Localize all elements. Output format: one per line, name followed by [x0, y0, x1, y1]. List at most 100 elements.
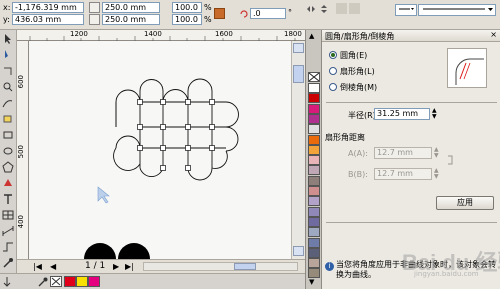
document-color-swatch[interactable] — [88, 276, 100, 287]
fillet-radio[interactable] — [329, 51, 337, 59]
drawing-canvas[interactable] — [29, 41, 291, 259]
ellipse-tool-icon[interactable] — [2, 145, 15, 157]
scale-y-unit: % — [204, 15, 212, 24]
ruler-tick-label: 500 — [17, 145, 25, 159]
page-counter: 1 / 1 — [85, 261, 106, 271]
freehand-tool-icon[interactable] — [2, 97, 15, 109]
palette-swatch[interactable] — [308, 206, 320, 217]
corner-options-icon[interactable] — [349, 3, 360, 14]
first-page-icon[interactable]: |◀ — [33, 262, 42, 271]
angle-unit: ° — [288, 8, 292, 17]
line-style-selector[interactable] — [395, 4, 417, 16]
eyedropper-icon[interactable] — [38, 276, 48, 287]
palette-swatch[interactable] — [308, 103, 320, 114]
document-color-swatch[interactable] — [64, 276, 76, 287]
basic-shapes-tool-icon[interactable] — [2, 177, 15, 189]
docker-title-bar: 圆角/扇形角/倒棱角 × — [322, 30, 500, 42]
height-field[interactable]: 250.0 mm — [102, 14, 160, 25]
scale-x-unit: % — [204, 3, 212, 12]
outline-width-selector[interactable] — [418, 4, 496, 16]
watermark-url: jingyan.baidu.com — [414, 270, 479, 278]
b-distance-spinner[interactable]: ▲ ▼ — [434, 168, 439, 180]
palette-swatch[interactable] — [308, 155, 320, 166]
palette-swatch[interactable] — [308, 268, 320, 279]
lock-ratio-icon[interactable] — [214, 8, 225, 19]
x-position-field[interactable]: -1,176.319 mm — [12, 2, 84, 13]
arrow-icon[interactable] — [2, 276, 12, 287]
horizontal-scrollbar[interactable] — [143, 262, 298, 271]
palette-swatch[interactable] — [308, 124, 320, 135]
palette-swatch[interactable] — [308, 83, 320, 93]
fillet-label[interactable]: 圆角(E) — [340, 50, 367, 61]
a-distance-field[interactable]: 12.7 mm — [374, 147, 432, 159]
palette-swatch[interactable] — [308, 196, 320, 207]
scallop-radio[interactable] — [329, 67, 337, 75]
smart-fill-tool-icon[interactable] — [2, 113, 15, 125]
palette-swatch[interactable] — [308, 175, 320, 186]
link-distance-icon[interactable] — [446, 155, 454, 165]
palette-swatch[interactable] — [308, 216, 320, 227]
fillet-scallop-chamfer-docker: 圆角/扇形角/倒棱角 × 圆角(E) 扇形角(L) 倒棱角(M) 半径(R): … — [321, 30, 500, 289]
chamfer-label[interactable]: 倒棱角(M) — [340, 82, 377, 93]
polygon-tool-icon[interactable] — [2, 161, 15, 173]
palette-scroll-up-icon[interactable]: ▲ — [309, 32, 314, 40]
text-tool-icon[interactable] — [2, 193, 15, 205]
table-tool-icon[interactable] — [2, 209, 15, 221]
rectangle-tool-icon[interactable] — [2, 129, 15, 141]
y-position-field[interactable]: 436.03 mm — [12, 14, 84, 25]
radius-spinner[interactable]: ▲ ▼ — [432, 108, 437, 120]
a-distance-spinner[interactable]: ▲ ▼ — [434, 147, 439, 159]
b-distance-field[interactable]: 12.7 mm — [374, 168, 432, 180]
corner-style-icon[interactable] — [336, 3, 347, 14]
scale-x-field[interactable]: 100.0 — [172, 2, 202, 13]
dimension-tool-icon[interactable] — [2, 225, 15, 237]
radius-field[interactable]: 31.25 mm — [374, 108, 430, 120]
vertical-scrollbar[interactable] — [291, 41, 305, 259]
prev-page-icon[interactable]: ◀ — [50, 262, 56, 271]
page-navigation-bar: |◀ ◀ 1 / 1 ▶ ▶| — [17, 259, 308, 273]
no-fill-swatch[interactable] — [308, 72, 320, 82]
height-icon — [89, 14, 100, 25]
palette-swatch[interactable] — [308, 237, 320, 248]
knot-drawing[interactable] — [29, 41, 291, 259]
palette-swatch[interactable] — [308, 186, 320, 196]
no-color-swatch[interactable] — [50, 276, 62, 287]
pick-tool-icon[interactable] — [2, 33, 15, 45]
scallop-label[interactable]: 扇形角(L) — [340, 66, 375, 77]
zoom-tool-icon[interactable] — [2, 81, 15, 93]
close-icon[interactable]: × — [490, 30, 497, 39]
palette-swatch[interactable] — [308, 134, 320, 145]
palette-swatch[interactable] — [308, 113, 320, 124]
palette-swatch[interactable] — [308, 247, 320, 258]
shape-tool-icon[interactable] — [2, 49, 15, 61]
document-palette-bar — [0, 273, 308, 289]
width-field[interactable]: 250.0 mm — [102, 2, 160, 13]
palette-swatch[interactable] — [308, 258, 320, 269]
document-color-swatch[interactable] — [76, 276, 88, 287]
chamfer-radio[interactable] — [329, 83, 337, 91]
angle-field[interactable]: .0 — [250, 8, 286, 19]
connector-tool-icon[interactable] — [2, 241, 15, 253]
property-bar: x: y: -1,176.319 mm 436.03 mm 250.0 mm 2… — [0, 0, 500, 30]
mouse-cursor-icon — [97, 186, 110, 204]
scroll-thumb[interactable] — [293, 65, 304, 83]
vertical-ruler[interactable]: 600 500 400 — [17, 41, 29, 259]
y-label: y: — [3, 15, 10, 24]
palette-swatch[interactable] — [308, 165, 320, 176]
next-page-icon[interactable]: ▶ — [113, 262, 119, 271]
palette-swatch[interactable] — [308, 93, 320, 104]
mirror-horizontal-icon[interactable] — [305, 3, 316, 14]
scale-y-field[interactable]: 100.0 — [172, 14, 202, 25]
palette-scroll-down-icon[interactable]: ▼ — [309, 278, 314, 286]
mirror-vertical-icon[interactable] — [318, 3, 329, 14]
horizontal-scroll-thumb[interactable] — [234, 263, 256, 270]
palette-swatch[interactable] — [308, 144, 320, 155]
eyedropper-tool-icon[interactable] — [2, 257, 15, 269]
crop-tool-icon[interactable] — [2, 65, 15, 77]
palette-swatch[interactable] — [308, 227, 320, 238]
last-page-icon[interactable]: ▶| — [125, 262, 134, 271]
scroll-up-button[interactable] — [293, 43, 304, 53]
scroll-down-button[interactable] — [293, 246, 304, 256]
apply-button[interactable]: 应用 — [436, 196, 494, 210]
horizontal-ruler[interactable]: 1200 1400 1600 1800 — [17, 30, 308, 41]
